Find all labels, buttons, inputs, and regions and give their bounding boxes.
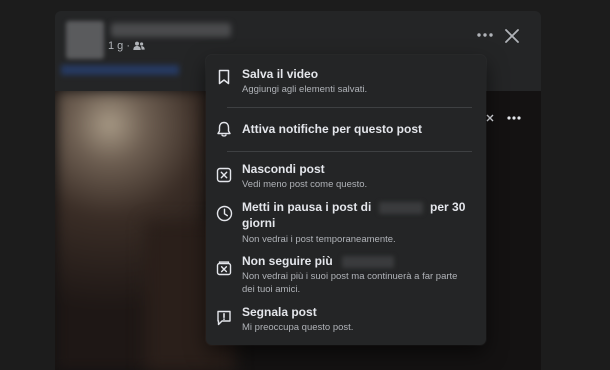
menu-item-title: Salva il video (242, 67, 319, 81)
menu-item-title: Attiva notifiche per questo post (242, 122, 423, 136)
author-name-redacted (342, 255, 395, 268)
menu-item-title: Nascondi post (242, 162, 325, 176)
snooze-title-prefix: Metti in pausa i post di (242, 200, 372, 214)
close-icon (505, 29, 519, 43)
unfollow-title: Non seguire più (242, 254, 333, 268)
bell-icon (214, 119, 234, 139)
close-button[interactable] (501, 25, 523, 47)
post-options-menu: Salva il video Aggiungi agli elementi sa… (206, 55, 486, 345)
post-time[interactable]: 1 g · (108, 40, 130, 52)
report-flag-icon (214, 308, 234, 328)
post-meta: 1 g · (108, 39, 145, 53)
menu-item-title: Segnala post (242, 305, 317, 319)
hide-x-square-icon (214, 165, 234, 185)
more-dots-icon (507, 116, 521, 120)
menu-item-subtitle: Non vedrai i post temporaneamente. (242, 234, 396, 245)
avatar[interactable] (66, 21, 104, 59)
bookmark-icon (214, 67, 234, 87)
snooze-title-suffix: per 30 (430, 200, 466, 214)
menu-item-report[interactable]: Segnala post Mi preoccupa questo post. (206, 303, 486, 339)
audience-friends-icon[interactable] (133, 41, 145, 51)
menu-item-snooze[interactable]: Metti in pausa i post di per 30 giorni N… (206, 198, 486, 250)
clock-icon (214, 203, 234, 223)
unfollow-icon (214, 258, 234, 278)
menu-item-subtitle: Vedi meno post come questo. (242, 179, 368, 190)
author-name-redacted (378, 201, 423, 214)
menu-item-unfollow[interactable]: Non seguire più Non vedrai più i suoi po… (206, 252, 486, 302)
menu-item-hide-post[interactable]: Nascondi post Vedi meno post come questo… (206, 159, 486, 195)
menu-item-subtitle: Mi preoccupa questo post. (242, 322, 354, 333)
menu-divider (227, 151, 472, 152)
menu-divider (227, 107, 472, 108)
post-text-redacted (61, 65, 179, 75)
more-dots-icon (477, 33, 493, 37)
menu-item-title: Metti in pausa i post di per 30 (242, 200, 482, 215)
menu-item-subtitle: Aggiungi agli elementi salvati. (242, 84, 368, 95)
menu-item-save-video[interactable]: Salva il video Aggiungi agli elementi sa… (206, 63, 486, 101)
menu-item-title: Non seguire più (242, 254, 395, 269)
author-name-redacted[interactable] (111, 23, 231, 37)
menu-item-subtitle-line2: dei tuoi amici. (242, 284, 301, 295)
media-options-button[interactable] (504, 111, 524, 125)
media-hide-button[interactable] (485, 111, 495, 125)
post-options-button[interactable] (473, 25, 497, 45)
menu-item-title-line2: giorni (242, 216, 276, 230)
menu-item-subtitle: Non vedrai più i suoi post ma continuerà… (242, 271, 458, 282)
menu-item-notifications[interactable]: Attiva notifiche per questo post (206, 115, 486, 143)
close-icon (486, 114, 494, 122)
